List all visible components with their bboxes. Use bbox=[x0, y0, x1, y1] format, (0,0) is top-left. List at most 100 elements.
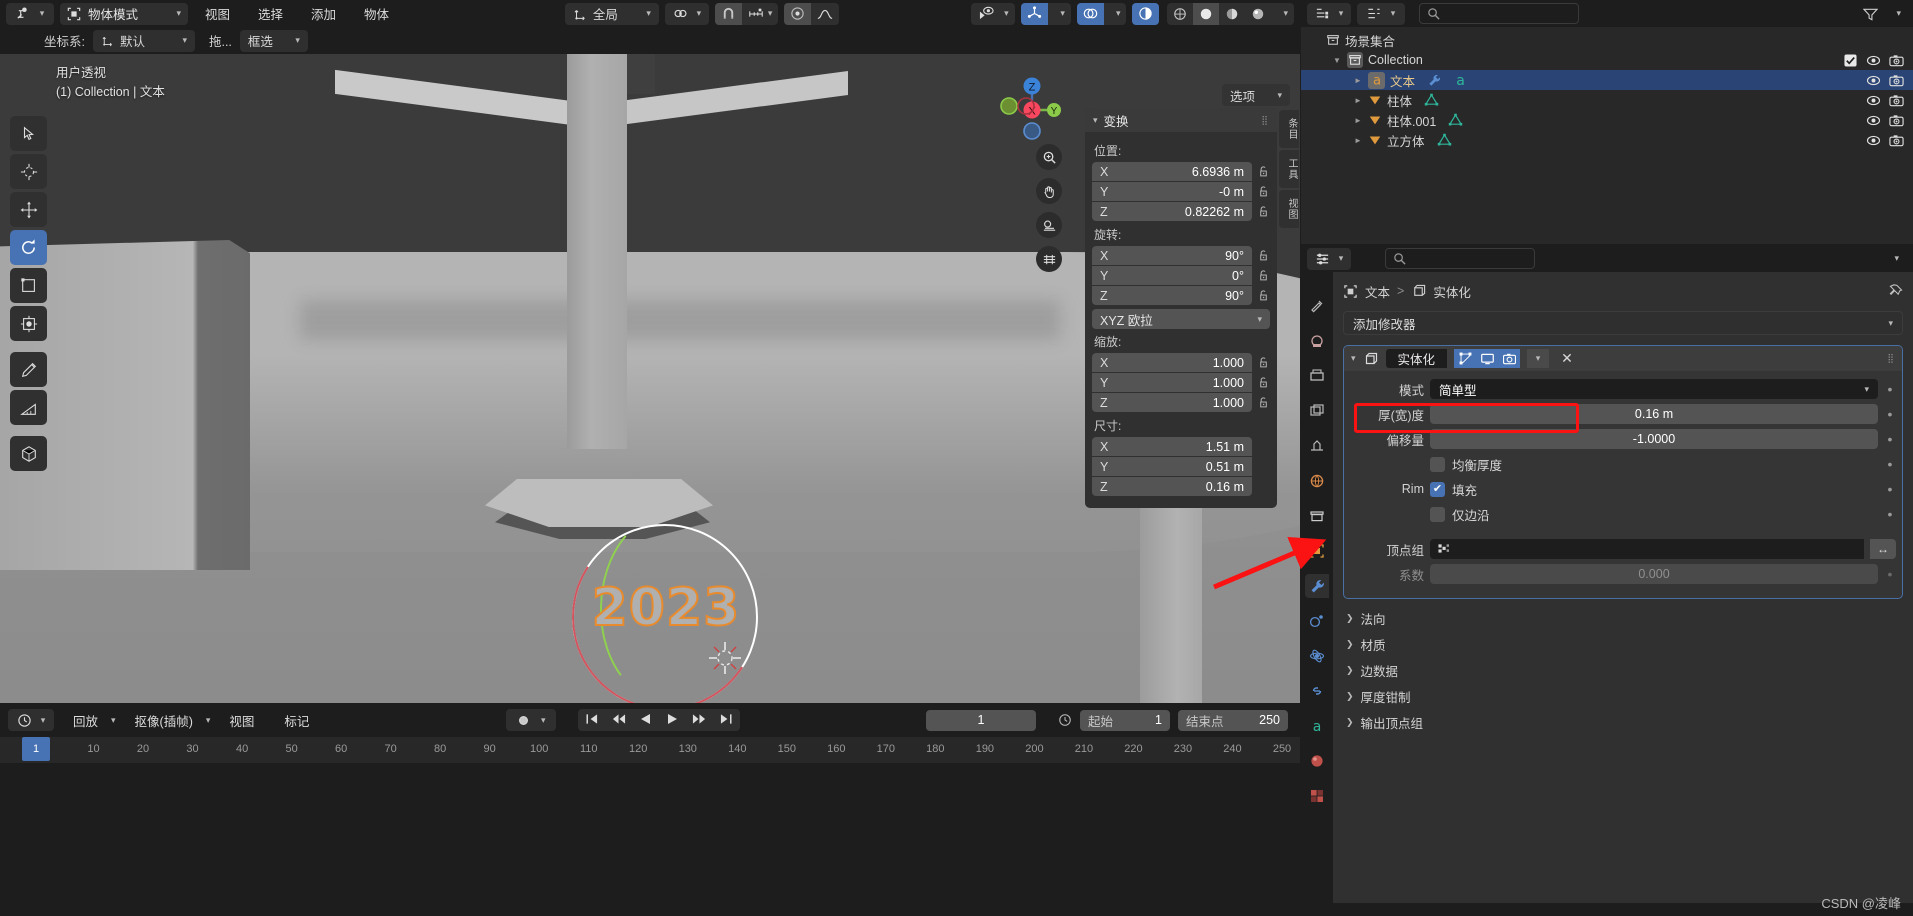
animate-property-dot[interactable]: • bbox=[1884, 507, 1896, 521]
filter-icon[interactable] bbox=[1863, 7, 1879, 21]
visibility-eye-icon[interactable] bbox=[1864, 134, 1882, 147]
menu-select[interactable]: 选择 bbox=[247, 1, 294, 26]
data-tab[interactable]: a bbox=[1305, 714, 1329, 738]
overlay-options[interactable]: ▾ bbox=[1104, 3, 1127, 25]
viewport-toolbar[interactable] bbox=[10, 116, 47, 471]
proportional-editing-controls[interactable] bbox=[784, 2, 840, 25]
lock-icon[interactable] bbox=[1257, 249, 1270, 262]
zoom-icon[interactable] bbox=[1036, 144, 1062, 170]
location-x-row[interactable]: X 6.6936 m bbox=[1092, 162, 1270, 181]
modifier-thickness-value[interactable]: 0.16 m bbox=[1430, 404, 1878, 424]
section-materials[interactable]: ❯ 材质 bbox=[1343, 631, 1903, 657]
rotation-y-row[interactable]: Y 0° bbox=[1092, 266, 1270, 285]
modifier-name-field[interactable]: 实体化 bbox=[1385, 349, 1448, 368]
scale-x-row[interactable]: X 1.000 bbox=[1092, 353, 1270, 372]
text-object-2023[interactable]: 2023 bbox=[578, 577, 754, 639]
expand-triangle-cylinder-001[interactable]: ► bbox=[1353, 116, 1363, 125]
overlay-controls[interactable]: ▾ bbox=[1076, 2, 1127, 25]
rotation-x-row[interactable]: X 90° bbox=[1092, 246, 1270, 265]
modifier-offset-value[interactable]: -1.0000 bbox=[1430, 429, 1878, 449]
playback-transport[interactable] bbox=[578, 709, 741, 731]
tweak-select-tool[interactable] bbox=[10, 116, 47, 151]
collection-tab[interactable] bbox=[1305, 504, 1329, 528]
gizmo-options[interactable]: ▾ bbox=[1048, 3, 1071, 25]
mesh-data-icon[interactable] bbox=[1437, 133, 1452, 147]
visibility-eye-icon[interactable] bbox=[1864, 54, 1882, 67]
menu-add[interactable]: 添加 bbox=[300, 1, 347, 26]
navigation-gizmo[interactable]: Z X Y bbox=[984, 62, 1064, 142]
viewport-options-button[interactable]: 选项 ▾ bbox=[1222, 84, 1290, 106]
add-cube-tool[interactable] bbox=[10, 436, 47, 471]
transform-panel-header[interactable]: ▾ 变换 ⣿ bbox=[1085, 108, 1277, 132]
constraints-tab[interactable] bbox=[1305, 679, 1329, 703]
snap-target-selector[interactable]: ▾ bbox=[742, 3, 779, 25]
editor-type-selector[interactable]: ▾ bbox=[6, 2, 54, 25]
viewport-n-panel[interactable]: ▾ 变换 ⣿ 位置: X 6.6936 m Y -0 m Z 0.82262 m… bbox=[1085, 108, 1277, 508]
modifier-offset-row[interactable]: 偏移量 -1.0000 • bbox=[1350, 428, 1896, 450]
vertex-group-field[interactable] bbox=[1430, 539, 1864, 559]
breadcrumb-object[interactable]: 文本 bbox=[1365, 282, 1390, 301]
current-frame-field[interactable]: 1 bbox=[926, 709, 1036, 731]
dimensions-x-row[interactable]: X 1.51 m bbox=[1092, 437, 1270, 456]
properties-tab-column[interactable]: a bbox=[1301, 272, 1333, 916]
lock-icon[interactable] bbox=[1257, 185, 1270, 198]
outliner-row-collection[interactable]: ▼ Collection bbox=[1301, 50, 1913, 70]
render-tab[interactable] bbox=[1305, 329, 1329, 353]
location-y-row[interactable]: Y -0 m bbox=[1092, 182, 1270, 201]
lock-icon[interactable] bbox=[1257, 396, 1270, 409]
add-modifier-button[interactable]: 添加修改器 ▾ bbox=[1343, 311, 1903, 335]
modifier-thickness-row[interactable]: 厚(宽)度 0.16 m • bbox=[1350, 403, 1896, 425]
timeline-playhead[interactable]: 1 bbox=[22, 737, 50, 761]
prev-keyframe-icon[interactable] bbox=[605, 713, 633, 728]
particles-tab[interactable] bbox=[1305, 609, 1329, 633]
rotation-mode-selector[interactable]: XYZ 欧拉 ▾ bbox=[1092, 309, 1270, 329]
texture-tab[interactable] bbox=[1305, 784, 1329, 808]
visibility-eye-icon[interactable] bbox=[1864, 114, 1882, 127]
transform-tool[interactable] bbox=[10, 306, 47, 341]
properties-search-input[interactable] bbox=[1385, 248, 1535, 269]
animate-property-dot[interactable]: • bbox=[1884, 432, 1896, 446]
render-camera-icon[interactable] bbox=[1887, 94, 1905, 107]
outliner-display-mode[interactable]: ▾ bbox=[1357, 2, 1405, 25]
view-layer-tab[interactable] bbox=[1305, 399, 1329, 423]
auto-keying-toggle[interactable]: ▾ bbox=[506, 709, 557, 731]
drag-dots-icon[interactable]: ⣿ bbox=[1887, 353, 1895, 364]
timeline-editor[interactable]: ▾ 回放 ▾ 抠像(插帧) ▾ 视图 标记 ▾ 1 起始 1 结束点 250 1… bbox=[0, 703, 1300, 916]
expand-triangle-cylinder[interactable]: ► bbox=[1353, 96, 1363, 105]
animate-property-dot[interactable]: • bbox=[1884, 457, 1896, 471]
outliner-row-cylinder[interactable]: ► 柱体 bbox=[1301, 90, 1913, 110]
pin-icon[interactable] bbox=[1888, 283, 1903, 299]
lock-icon[interactable] bbox=[1257, 289, 1270, 302]
timeline-menu-keying[interactable]: 抠像(插帧) bbox=[124, 708, 204, 733]
interaction-mode-selector[interactable]: 物体模式 ▾ bbox=[60, 2, 188, 25]
rotation-z-row[interactable]: Z 90° bbox=[1092, 286, 1270, 305]
outliner-row-text-object[interactable]: ► a 文本 a bbox=[1301, 70, 1913, 90]
mesh-data-icon[interactable] bbox=[1424, 93, 1439, 107]
breadcrumb-modifier[interactable]: 实体化 bbox=[1433, 282, 1471, 301]
rotate-tool[interactable] bbox=[10, 230, 47, 265]
properties-editor-type[interactable]: ▾ bbox=[1307, 247, 1351, 270]
object-visibility-selector[interactable]: ▾ bbox=[971, 2, 1016, 25]
modifier-tab[interactable] bbox=[1305, 574, 1329, 598]
3d-viewport[interactable]: 2023 用户透视 (1) Collection | 文本 选项 ▾ Z X Y… bbox=[0, 54, 1300, 703]
lock-icon[interactable] bbox=[1257, 165, 1270, 178]
object-tab[interactable] bbox=[1305, 539, 1329, 563]
properties-editor[interactable]: ▾ ▾ a 文本 > 实体化 添加修改器 ▾ ▾ 实体化 ▾ ✕ ⣿ 模式 简单… bbox=[1301, 245, 1913, 916]
scene-tab[interactable] bbox=[1305, 434, 1329, 458]
output-tab[interactable] bbox=[1305, 364, 1329, 388]
jump-start-icon[interactable] bbox=[578, 713, 605, 728]
animate-property-dot[interactable]: • bbox=[1884, 382, 1896, 396]
visibility-eye-icon[interactable] bbox=[1864, 74, 1882, 87]
lock-icon[interactable] bbox=[1257, 205, 1270, 218]
render-display-toggle[interactable] bbox=[1498, 349, 1521, 368]
collection-checkbox[interactable] bbox=[1841, 53, 1859, 67]
dimensions-z-row[interactable]: Z 0.16 m bbox=[1092, 477, 1270, 496]
world-tab[interactable] bbox=[1305, 469, 1329, 493]
transform-orientation-selector[interactable]: 全局 ▾ bbox=[564, 2, 659, 25]
only-rim-checkbox[interactable] bbox=[1430, 506, 1445, 522]
xray-controls[interactable] bbox=[1132, 2, 1160, 25]
gizmo-toggle[interactable] bbox=[1021, 2, 1049, 25]
toggle-perspective-icon[interactable] bbox=[1036, 246, 1062, 272]
tool-tab[interactable] bbox=[1305, 294, 1329, 318]
modifier-extras-dropdown[interactable]: ▾ bbox=[1527, 349, 1550, 368]
